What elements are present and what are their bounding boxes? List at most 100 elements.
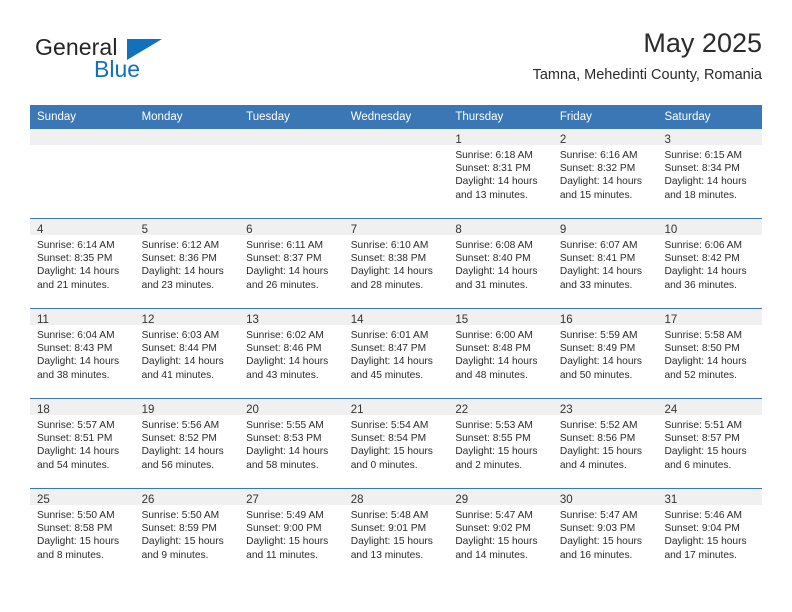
page-subtitle: Tamna, Mehedinti County, Romania <box>532 67 762 83</box>
calendar-day-cell[interactable]: 3 Sunrise: 6:15 AM Sunset: 8:34 PM Daylight… <box>657 129 763 218</box>
calendar-day-cell[interactable]: 10 Sunrise: 6:06 AM Sunset: 8:42 PM Dayligh… <box>657 219 763 308</box>
day-number: 25 <box>37 494 50 506</box>
daylight-text: Daylight: 14 hours and 50 minutes. <box>559 356 643 381</box>
daylight-text: Daylight: 15 hours and 17 minutes. <box>664 536 747 561</box>
day-number: 12 <box>141 314 155 326</box>
calendar-day-cell[interactable]: 19 Sunrise: 5:56 AM Sunset: 8:52 PM Dayligh… <box>134 399 240 488</box>
daylight-text: Daylight: 14 hours and 36 minutes. <box>664 266 747 291</box>
calendar-day-cell[interactable]: 20 Sunrise: 5:55 AM Sunset: 8:53 PM Dayligh… <box>239 399 344 488</box>
calendar-day-cell[interactable]: 4 Sunrise: 6:14 AM Sunset: 8:35 PM Daylight… <box>30 219 135 308</box>
calendar-day-cell[interactable]: 15 Sunrise: 6:00 AM Sunset: 8:48 PM Dayligh… <box>448 309 553 398</box>
calendar-day-cell[interactable]: 31 Sunrise: 5:46 AM Sunset: 9:04 PM Dayligh… <box>657 489 763 578</box>
calendar-week-row: 18 Sunrise: 5:57 AM Sunset: 8:51 PM Dayligh… <box>30 398 763 488</box>
day-number-strip: 25 <box>30 489 135 506</box>
sunset-text: Sunset: 9:03 PM <box>559 523 636 535</box>
day-number: 9 <box>559 224 567 236</box>
day-number: 22 <box>455 404 469 416</box>
calendar-day-cell[interactable]: 30 Sunrise: 5:47 AM Sunset: 9:03 PM Dayligh… <box>552 489 658 578</box>
day-number: 2 <box>559 134 567 146</box>
calendar-day-cell[interactable]: 7 Sunrise: 6:10 AM Sunset: 8:38 PM Daylight… <box>343 219 449 308</box>
day-number: 31 <box>664 494 678 506</box>
sunset-text: Sunset: 8:43 PM <box>37 343 113 355</box>
day-sun-info: Sunrise: 6:18 AM Sunset: 8:31 PM Daylight:… <box>448 145 553 202</box>
day-sun-info: Sunrise: 5:58 AM Sunset: 8:50 PM Daylight:… <box>657 325 762 382</box>
day-number: 28 <box>350 494 364 506</box>
day-sun-info: Sunrise: 6:03 AM Sunset: 8:44 PM Daylight:… <box>135 325 240 382</box>
day-number: 17 <box>664 314 678 326</box>
calendar-day-cell[interactable]: 21 Sunrise: 5:54 AM Sunset: 8:54 PM Dayligh… <box>343 399 449 488</box>
calendar-day-cell[interactable]: 6 Sunrise: 6:11 AM Sunset: 8:37 PM Daylight… <box>239 219 344 308</box>
sunrise-text: Sunrise: 6:07 AM <box>559 240 638 251</box>
day-sun-info: Sunrise: 6:16 AM Sunset: 8:32 PM Daylight:… <box>553 145 658 202</box>
day-sun-info: Sunrise: 5:51 AM Sunset: 8:57 PM Daylight:… <box>657 415 762 472</box>
calendar-day-cell[interactable]: 26 Sunrise: 5:50 AM Sunset: 8:59 PM Dayligh… <box>134 489 240 578</box>
calendar-day-cell[interactable]: 25 Sunrise: 5:50 AM Sunset: 8:58 PM Dayligh… <box>30 489 135 578</box>
calendar-day-cell[interactable]: 1 Sunrise: 6:18 AM Sunset: 8:31 PM Daylight… <box>448 129 553 218</box>
sunrise-text: Sunrise: 6:16 AM <box>559 150 638 161</box>
sunrise-text: Sunrise: 5:54 AM <box>350 420 429 431</box>
day-sun-info: Sunrise: 6:14 AM Sunset: 8:35 PM Daylight:… <box>30 235 135 292</box>
calendar-day-cell[interactable]: 18 Sunrise: 5:57 AM Sunset: 8:51 PM Dayligh… <box>30 399 135 488</box>
calendar-day-cell[interactable]: 27 Sunrise: 5:49 AM Sunset: 9:00 PM Dayligh… <box>239 489 344 578</box>
day-number: 6 <box>246 224 253 236</box>
general-blue-logo[interactable]: General Blue <box>35 34 235 90</box>
day-number-strip: 11 <box>30 309 135 326</box>
calendar-day-cell[interactable]: 12 Sunrise: 6:03 AM Sunset: 8:44 PM Dayligh… <box>134 309 240 398</box>
calendar-day-cell[interactable]: 13 Sunrise: 6:02 AM Sunset: 8:46 PM Dayligh… <box>239 309 344 398</box>
daylight-text: Daylight: 14 hours and 21 minutes. <box>37 266 120 291</box>
calendar-day-cell[interactable]: 24 Sunrise: 5:51 AM Sunset: 8:57 PM Dayligh… <box>657 399 763 488</box>
day-number: 16 <box>559 314 573 326</box>
day-sun-info: Sunrise: 5:55 AM Sunset: 8:53 PM Daylight:… <box>239 415 344 472</box>
sunset-text: Sunset: 8:41 PM <box>559 253 636 265</box>
day-number-strip: 12 <box>134 309 240 326</box>
calendar-day-cell[interactable]: 5 Sunrise: 6:12 AM Sunset: 8:36 PM Daylight… <box>134 219 240 308</box>
day-number: 8 <box>455 224 462 236</box>
calendar-day-cell[interactable]: 14 Sunrise: 6:01 AM Sunset: 8:47 PM Dayligh… <box>343 309 449 398</box>
calendar-day-cell[interactable]: 8 Sunrise: 6:08 AM Sunset: 8:40 PM Daylight… <box>448 219 553 308</box>
day-number-strip: 19 <box>134 399 240 416</box>
page-title: May 2025 <box>643 28 762 58</box>
sunrise-text: Sunrise: 5:50 AM <box>141 510 220 521</box>
day-number-strip: 14 <box>343 309 449 326</box>
sunrise-text: Sunrise: 6:15 AM <box>664 150 743 161</box>
calendar-day-cell[interactable]: 9 Sunrise: 6:07 AM Sunset: 8:41 PM Daylight… <box>552 219 658 308</box>
sunset-text: Sunset: 9:04 PM <box>664 523 740 535</box>
daylight-text: Daylight: 15 hours and 6 minutes. <box>664 446 747 471</box>
calendar-day-cell[interactable]: 23 Sunrise: 5:52 AM Sunset: 8:56 PM Dayligh… <box>552 399 658 488</box>
day-number-strip: 1 <box>448 129 553 146</box>
day-number-strip: 21 <box>343 399 449 416</box>
daylight-text: Daylight: 14 hours and 28 minutes. <box>350 266 433 291</box>
day-number: 27 <box>246 494 259 506</box>
calendar-day-cell-empty <box>343 129 449 218</box>
day-number-strip: 18 <box>30 399 135 416</box>
calendar-day-cell[interactable]: 2 Sunrise: 6:16 AM Sunset: 8:32 PM Daylight… <box>552 129 658 218</box>
day-number: 1 <box>455 134 462 146</box>
day-number-strip <box>30 129 135 145</box>
day-sun-info: Sunrise: 6:00 AM Sunset: 8:48 PM Daylight:… <box>448 325 553 382</box>
sunrise-text: Sunrise: 6:00 AM <box>455 330 533 341</box>
day-sun-info: Sunrise: 6:01 AM Sunset: 8:47 PM Daylight:… <box>344 325 449 382</box>
calendar-day-cell[interactable]: 28 Sunrise: 5:48 AM Sunset: 9:01 PM Dayligh… <box>343 489 449 578</box>
day-number-strip: 27 <box>239 489 344 506</box>
sunset-text: Sunset: 8:37 PM <box>246 253 322 265</box>
calendar-day-cell[interactable]: 11 Sunrise: 6:04 AM Sunset: 8:43 PM Dayligh… <box>30 309 135 398</box>
daylight-text: Daylight: 15 hours and 9 minutes. <box>141 536 224 561</box>
day-sun-info: Sunrise: 6:06 AM Sunset: 8:42 PM Daylight:… <box>657 235 762 292</box>
daylight-text: Daylight: 14 hours and 41 minutes. <box>141 356 224 381</box>
sunrise-text: Sunrise: 6:12 AM <box>141 240 220 251</box>
daylight-text: Daylight: 15 hours and 13 minutes. <box>350 536 433 561</box>
sunrise-text: Sunrise: 5:50 AM <box>37 510 115 521</box>
calendar-day-cell[interactable]: 29 Sunrise: 5:47 AM Sunset: 9:02 PM Dayligh… <box>448 489 553 578</box>
calendar-day-cell[interactable]: 22 Sunrise: 5:53 AM Sunset: 8:55 PM Dayligh… <box>448 399 553 488</box>
day-number-strip: 22 <box>448 399 553 416</box>
weekday-header-friday: Friday <box>559 111 592 123</box>
calendar-day-cell[interactable]: 17 Sunrise: 5:58 AM Sunset: 8:50 PM Dayligh… <box>657 309 763 398</box>
calendar-day-cell-empty <box>134 129 240 218</box>
sunrise-text: Sunrise: 5:49 AM <box>246 510 324 521</box>
daylight-text: Daylight: 14 hours and 33 minutes. <box>559 266 643 291</box>
day-sun-info: Sunrise: 5:47 AM Sunset: 9:02 PM Daylight:… <box>448 505 553 562</box>
daylight-text: Daylight: 14 hours and 54 minutes. <box>37 446 120 471</box>
day-number: 15 <box>455 314 469 326</box>
calendar-day-cell[interactable]: 16 Sunrise: 5:59 AM Sunset: 8:49 PM Dayligh… <box>552 309 658 398</box>
day-number-strip <box>343 129 449 145</box>
